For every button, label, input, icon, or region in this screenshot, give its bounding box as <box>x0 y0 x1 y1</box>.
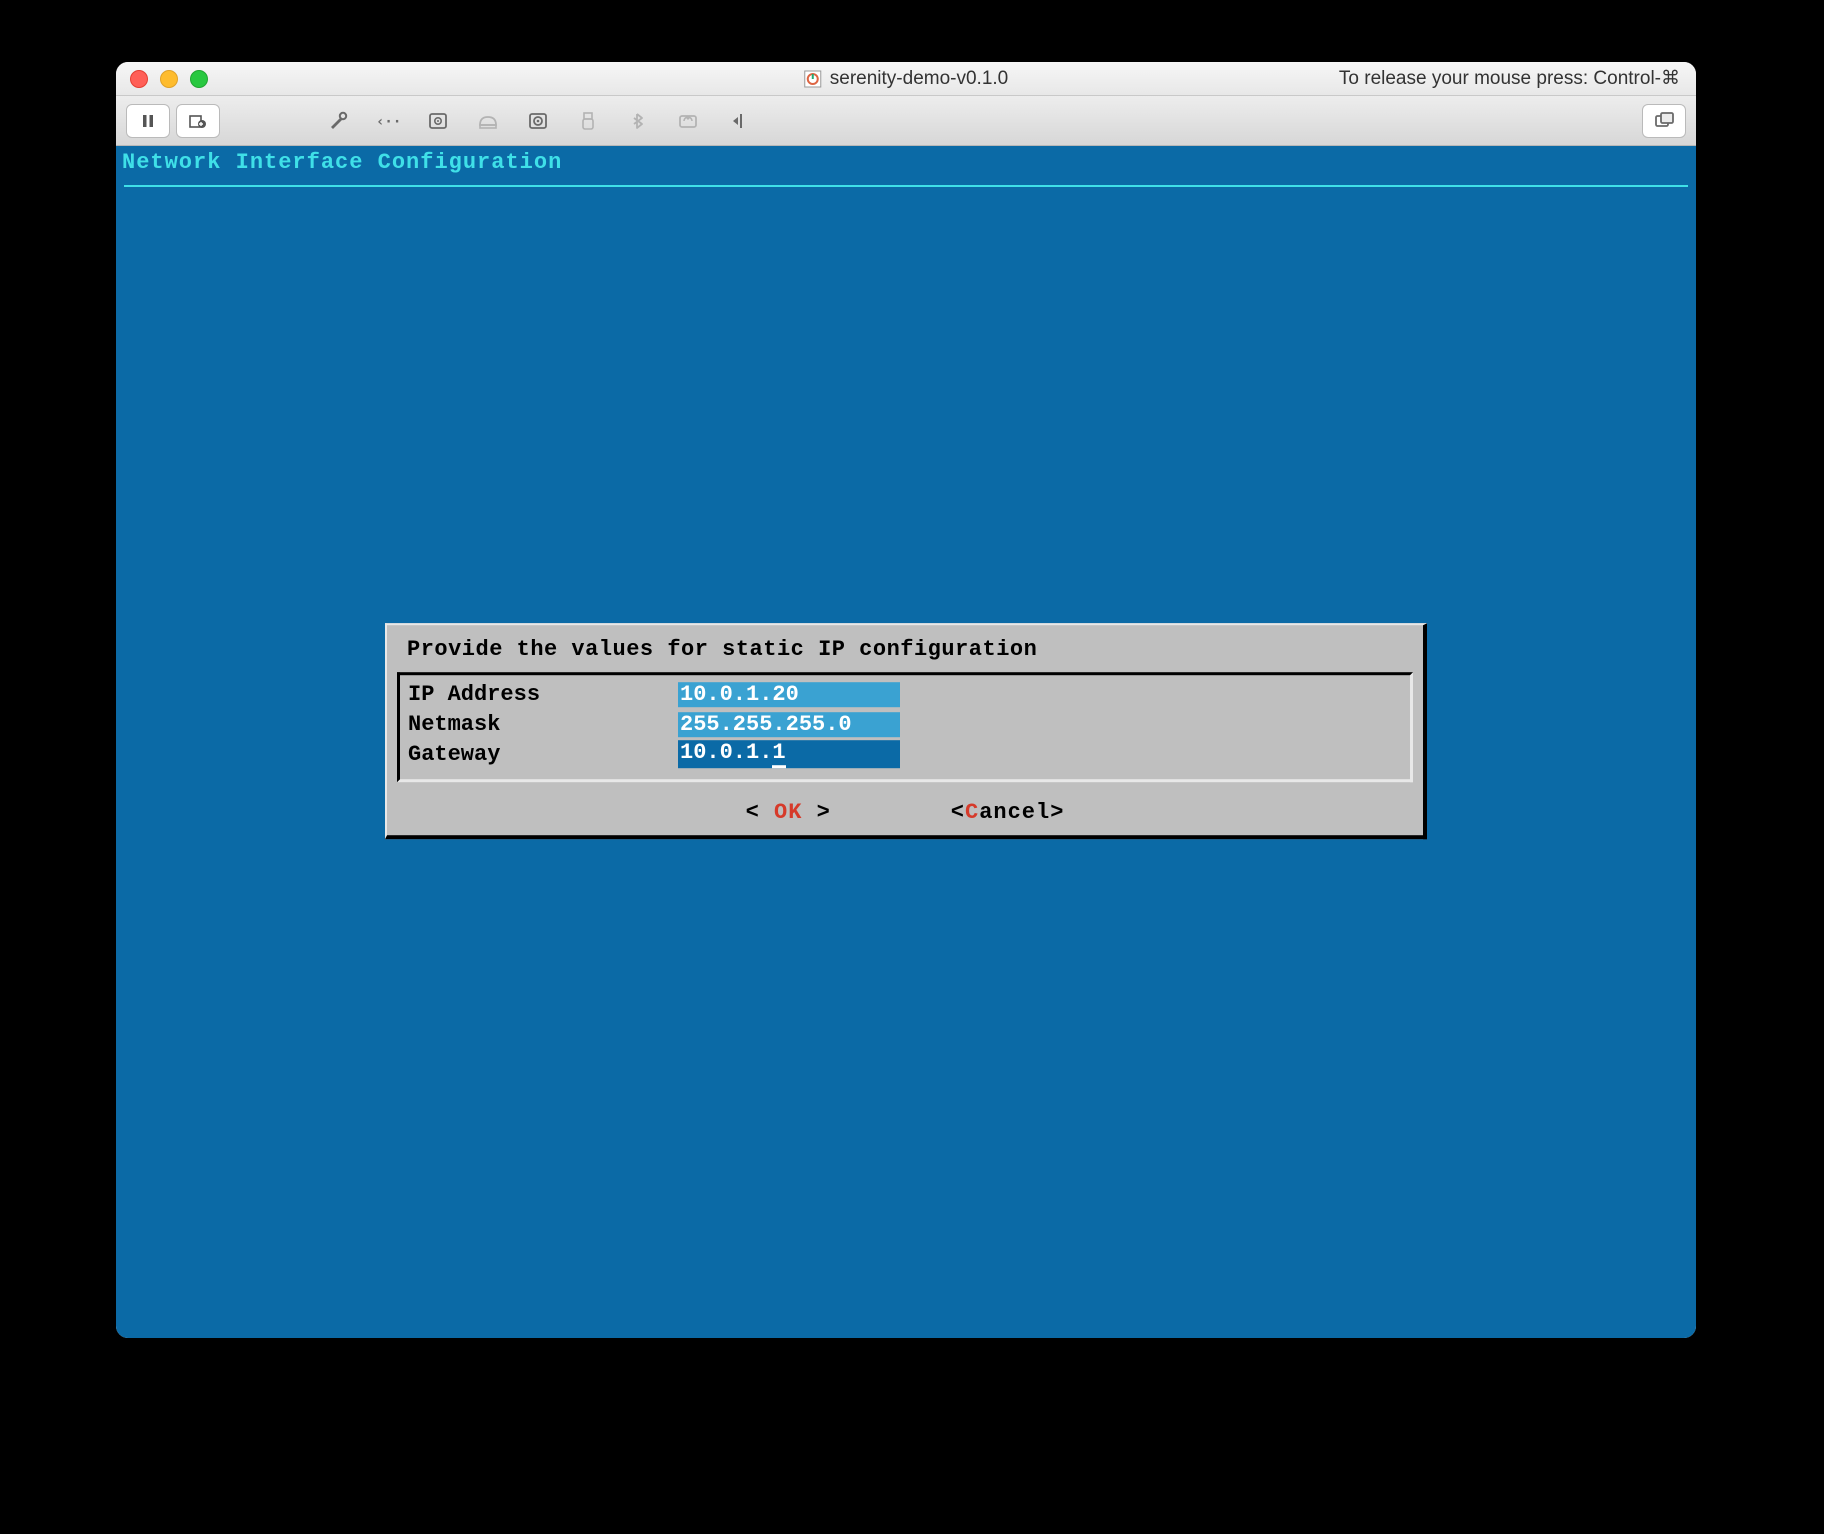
fullscreen-button[interactable] <box>1642 104 1686 138</box>
cd-icon[interactable] <box>516 104 560 138</box>
ok-button[interactable]: < OK > <box>746 800 831 825</box>
minimize-window-button[interactable] <box>160 70 178 88</box>
vm-toolbar: ‹··› <box>116 96 1696 146</box>
cancel-bracket-close: > <box>1050 800 1064 825</box>
window-title: serenity-demo-v0.1.0 <box>804 68 1008 90</box>
vm-icon <box>804 70 822 88</box>
field-row-netmask: Netmask 255.255.255.0 <box>408 709 1402 739</box>
netmask-label: Netmask <box>408 712 678 737</box>
close-window-button[interactable] <box>130 70 148 88</box>
terminal-rule <box>124 185 1688 187</box>
vm-window: serenity-demo-v0.1.0 To release your mou… <box>116 62 1696 1338</box>
field-row-gateway: Gateway 10.0.1.1 <box>408 739 1402 769</box>
usb-icon[interactable] <box>566 104 610 138</box>
cancel-hotkey: C <box>965 800 979 825</box>
field-row-ip: IP Address 10.0.1.20 <box>408 679 1402 709</box>
gateway-value-prefix: 10.0.1. <box>680 740 772 765</box>
netmask-input[interactable]: 255.255.255.0 <box>678 712 900 737</box>
cancel-button[interactable]: <Cancel> <box>951 800 1065 825</box>
bluetooth-icon[interactable] <box>616 104 660 138</box>
network-icon[interactable]: ‹··› <box>366 104 410 138</box>
ok-hotkey: O <box>774 800 788 825</box>
dialog-body: IP Address 10.0.1.20 Netmask 255.255.255… <box>397 672 1413 782</box>
dialog-title: Provide the values for static IP configu… <box>397 633 1413 672</box>
gateway-input[interactable]: 10.0.1.1 <box>678 740 900 768</box>
terminal-screen: Network Interface Configuration Provide … <box>116 146 1696 1338</box>
zoom-window-button[interactable] <box>190 70 208 88</box>
text-cursor: 1 <box>772 740 785 768</box>
terminal-header: Network Interface Configuration <box>116 146 1696 175</box>
window-hint: To release your mouse press: Control-⌘ <box>1339 67 1680 90</box>
ip-address-label: IP Address <box>408 682 678 707</box>
svg-text:‹··›: ‹··› <box>376 114 400 129</box>
traffic-lights <box>130 70 208 88</box>
ok-rest: K <box>788 800 802 825</box>
ip-config-dialog: Provide the values for static IP configu… <box>385 623 1427 839</box>
disk-icon[interactable] <box>416 104 460 138</box>
ok-bracket-open: < <box>746 800 774 825</box>
window-titlebar: serenity-demo-v0.1.0 To release your mou… <box>116 62 1696 96</box>
pause-button[interactable] <box>126 104 170 138</box>
snapshot-button[interactable] <box>176 104 220 138</box>
ok-bracket-close: > <box>802 800 830 825</box>
optical-icon[interactable] <box>466 104 510 138</box>
shared-folder-icon[interactable] <box>666 104 710 138</box>
window-title-text: serenity-demo-v0.1.0 <box>830 68 1008 90</box>
toolbar-collapse-icon[interactable] <box>716 104 760 138</box>
cancel-rest: ancel <box>979 800 1050 825</box>
settings-icon[interactable] <box>316 104 360 138</box>
cancel-bracket-open: < <box>951 800 965 825</box>
ip-address-input[interactable]: 10.0.1.20 <box>678 682 900 707</box>
dialog-buttons: < OK > <Cancel> <box>397 782 1413 825</box>
gateway-label: Gateway <box>408 742 678 767</box>
